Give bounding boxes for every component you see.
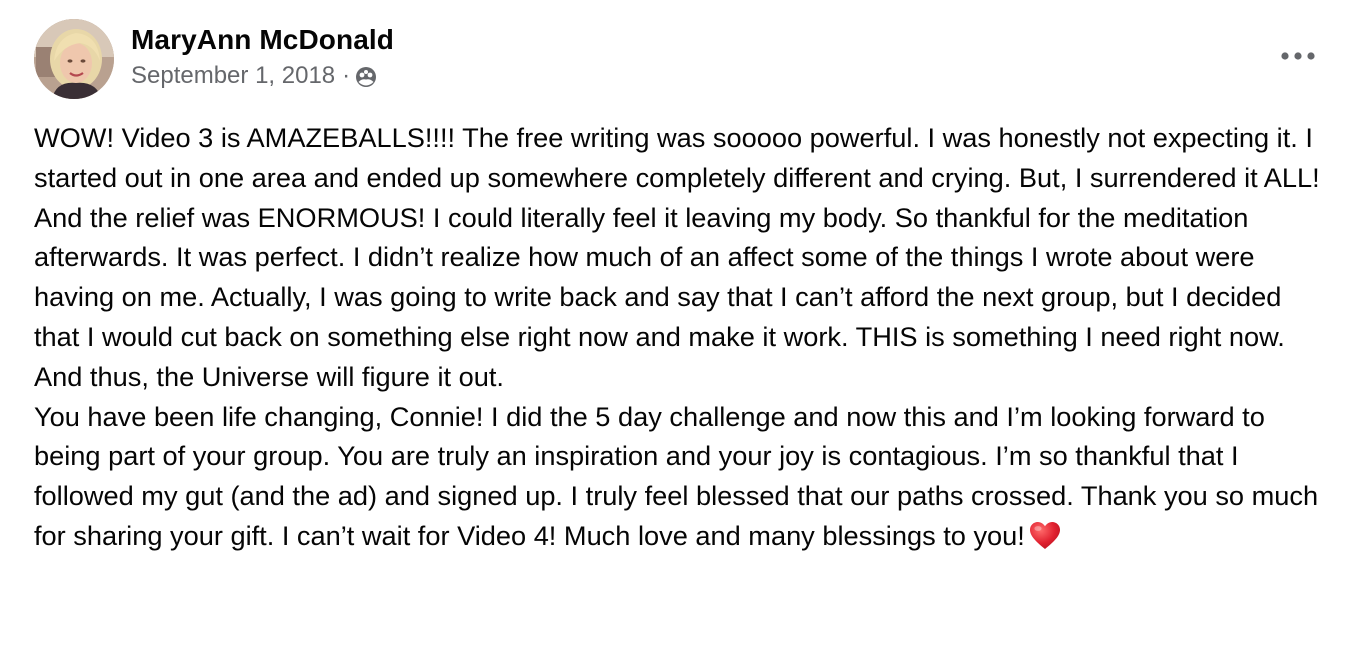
post-subline: September 1, 2018 ·: [131, 61, 394, 91]
post-body: WOW! Video 3 is AMAZEBALLS!!!! The free …: [34, 118, 1330, 556]
avatar-photo: [34, 19, 114, 99]
author-name[interactable]: MaryAnn McDonald: [131, 23, 394, 57]
post-paragraph: You have been life changing, Connie! I d…: [34, 400, 1319, 551]
public-globe-icon[interactable]: [355, 66, 377, 88]
more-options-icon: [1281, 52, 1315, 60]
facebook-post: MaryAnn McDonald September 1, 2018 · WOW…: [0, 0, 1346, 652]
post-paragraph-last: You have been life changing, Connie! I d…: [34, 397, 1330, 556]
more-options-button[interactable]: [1276, 38, 1320, 74]
post-header: MaryAnn McDonald September 1, 2018 ·: [34, 18, 394, 100]
separator-dot: ·: [342, 62, 351, 89]
post-date[interactable]: September 1, 2018: [131, 61, 335, 91]
post-paragraph: WOW! Video 3 is AMAZEBALLS!!!! The free …: [34, 122, 1320, 392]
post-meta: MaryAnn McDonald September 1, 2018 ·: [131, 23, 394, 91]
red-heart-icon: [1029, 521, 1061, 551]
avatar[interactable]: [34, 19, 114, 99]
